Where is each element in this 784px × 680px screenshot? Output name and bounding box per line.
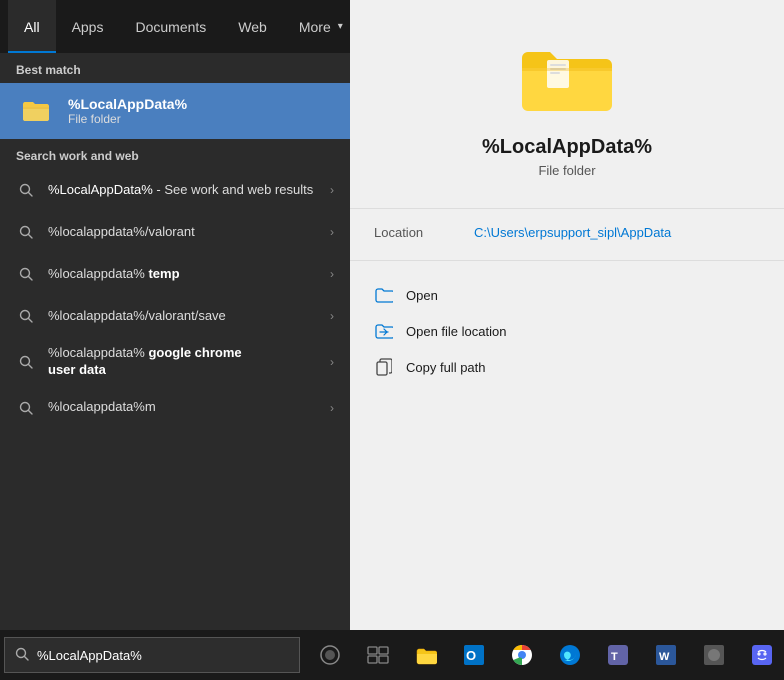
search-icon	[16, 352, 36, 372]
chrome-icon[interactable]	[500, 630, 544, 680]
word-icon[interactable]: W	[644, 630, 688, 680]
edge-icon[interactable]	[548, 630, 592, 680]
left-panel: All Apps Documents Web More ▾	[0, 0, 350, 630]
open-label: Open	[406, 288, 438, 303]
search-work-web-label: Search work and web	[0, 139, 350, 169]
search-icon	[16, 222, 36, 242]
open-icon	[374, 285, 394, 305]
list-item[interactable]: %localappdata%/valorant ›	[0, 211, 350, 253]
search-item-text: %localappdata% temp	[48, 266, 318, 283]
best-match-label: Best match	[0, 53, 350, 83]
tab-apps[interactable]: Apps	[56, 0, 120, 53]
search-item-text: %localappdata% google chromeuser data	[48, 345, 318, 379]
file-explorer-icon[interactable]	[404, 630, 448, 680]
svg-text:T: T	[611, 651, 618, 663]
taskbar-icons: O T	[308, 630, 784, 680]
folder-icon-small	[16, 91, 56, 131]
search-item-text: %LocalAppData% - See work and web result…	[48, 182, 318, 199]
search-item-text: %localappdata%/valorant/save	[48, 308, 318, 325]
tabs-bar: All Apps Documents Web More ▾	[0, 0, 350, 53]
location-label: Location	[374, 225, 474, 240]
result-subtitle: File folder	[538, 163, 595, 178]
chevron-right-icon: ›	[330, 183, 334, 197]
open-file-location-label: Open file location	[406, 324, 506, 339]
search-item-text: %localappdata%m	[48, 399, 318, 416]
search-icon	[16, 306, 36, 326]
chevron-right-icon: ›	[330, 309, 334, 323]
list-item[interactable]: %localappdata%m ›	[0, 387, 350, 429]
best-match-item[interactable]: %LocalAppData% File folder	[0, 83, 350, 139]
list-item[interactable]: %localappdata%/valorant/save ›	[0, 295, 350, 337]
cortana-icon[interactable]	[308, 630, 352, 680]
location-path[interactable]: C:\Users\erpsupport_sipl\AppData	[474, 225, 671, 240]
right-panel: %LocalAppData% File folder Location C:\U…	[350, 0, 784, 630]
open-button[interactable]: Open	[350, 277, 784, 313]
outlook-icon[interactable]: O	[452, 630, 496, 680]
best-match-text: %LocalAppData% File folder	[68, 96, 187, 126]
copy-full-path-label: Copy full path	[406, 360, 486, 375]
search-icon	[16, 398, 36, 418]
folder-icon-large	[517, 40, 617, 120]
chevron-right-icon: ›	[330, 267, 334, 281]
list-item[interactable]: %LocalAppData% - See work and web result…	[0, 169, 350, 211]
task-view-icon[interactable]	[356, 630, 400, 680]
tab-more[interactable]: More ▾	[283, 0, 359, 53]
chevron-down-icon: ▾	[338, 21, 343, 32]
discord-icon[interactable]	[740, 630, 784, 680]
taskbar-search-bar[interactable]	[4, 637, 300, 673]
chevron-right-icon: ›	[330, 225, 334, 239]
taskbar-search-input[interactable]	[37, 648, 289, 663]
copy-icon	[374, 357, 394, 377]
chevron-right-icon: ›	[330, 401, 334, 415]
tab-documents[interactable]: Documents	[119, 0, 222, 53]
teams-icon[interactable]: T	[596, 630, 640, 680]
taskbar-search-icon	[15, 647, 29, 664]
svg-text:O: O	[466, 648, 476, 663]
result-title: %LocalAppData%	[482, 136, 652, 159]
divider-2	[350, 260, 784, 261]
list-item[interactable]: %localappdata% google chromeuser data ›	[0, 337, 350, 387]
taskbar: O T	[0, 630, 784, 680]
copy-full-path-button[interactable]: Copy full path	[350, 349, 784, 385]
open-file-location-icon	[374, 321, 394, 341]
extra-icon[interactable]	[692, 630, 736, 680]
search-icon	[16, 180, 36, 200]
tab-all[interactable]: All	[8, 0, 56, 53]
search-item-text: %localappdata%/valorant	[48, 224, 318, 241]
chevron-right-icon: ›	[330, 355, 334, 369]
open-file-location-button[interactable]: Open file location	[350, 313, 784, 349]
search-icon	[16, 264, 36, 284]
tab-web[interactable]: Web	[222, 0, 283, 53]
svg-text:W: W	[659, 651, 670, 663]
divider	[350, 208, 784, 209]
location-row: Location C:\Users\erpsupport_sipl\AppDat…	[350, 225, 784, 240]
list-item[interactable]: %localappdata% temp ›	[0, 253, 350, 295]
